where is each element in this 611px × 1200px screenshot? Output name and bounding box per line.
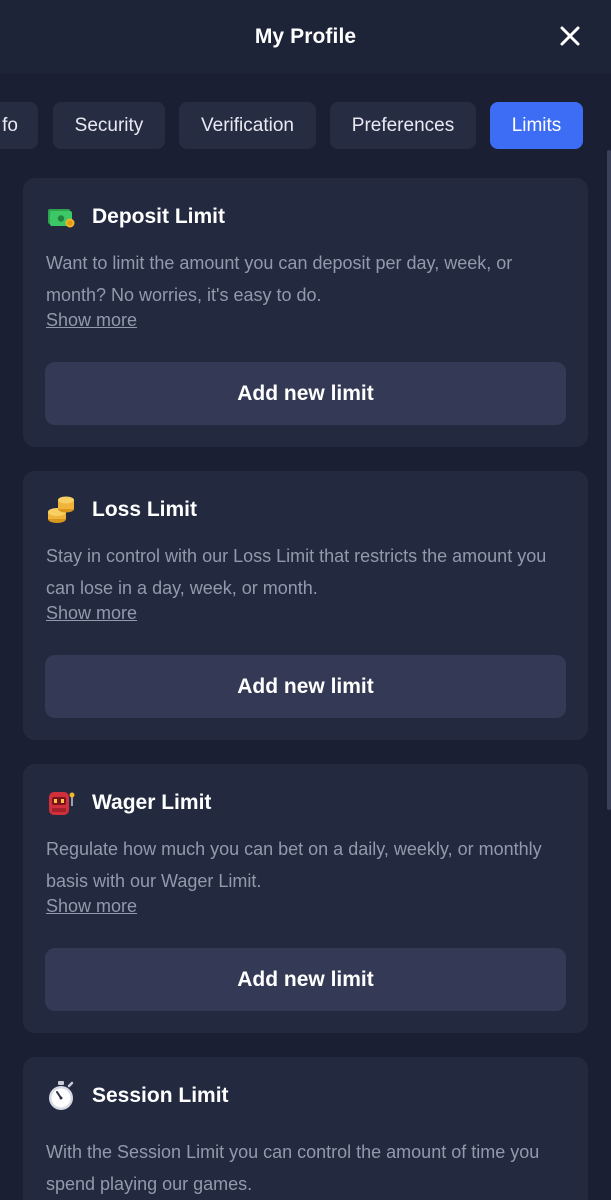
profile-tabs: fo Security Verification Preferences Lim… (0, 102, 611, 149)
tab-info[interactable]: fo (0, 102, 38, 149)
tab-verification[interactable]: Verification (179, 102, 316, 149)
card-description: With the Session Limit you can control t… (46, 1142, 540, 1194)
page-title: My Profile (254, 25, 357, 48)
show-more-link[interactable]: Show more (46, 603, 137, 624)
card-description: Regulate how much you can bet on a daily… (46, 839, 542, 891)
wager-limit-card: Wager Limit Regulate how much you can be… (23, 764, 588, 1033)
card-header: Wager Limit (46, 786, 211, 820)
card-title: Session Limit (92, 1084, 229, 1107)
tab-preferences[interactable]: Preferences (330, 102, 476, 149)
card-header: Deposit Limit (46, 200, 225, 234)
scrollbar[interactable] (607, 150, 611, 810)
card-header: Loss Limit (46, 493, 197, 527)
close-icon (560, 26, 580, 46)
add-new-limit-button[interactable]: Add new limit (45, 362, 566, 425)
card-description: Stay in control with our Loss Limit that… (46, 546, 547, 598)
header: My Profile (0, 0, 611, 74)
coins-icon (46, 495, 76, 525)
card-header: Session Limit (46, 1079, 229, 1113)
slot-machine-icon (46, 788, 76, 818)
tab-security[interactable]: Security (53, 102, 165, 149)
card-title: Loss Limit (92, 498, 198, 521)
card-description: Want to limit the amount you can deposit… (46, 253, 513, 305)
add-new-limit-button[interactable]: Add new limit (45, 655, 566, 718)
tab-limits[interactable]: Limits (490, 102, 583, 149)
show-more-link[interactable]: Show more (46, 310, 137, 331)
show-more-link[interactable]: Show more (46, 896, 137, 917)
session-limit-card: Session Limit With the Session Limit you… (23, 1057, 588, 1200)
card-title: Wager Limit (92, 791, 212, 814)
limits-list: Deposit Limit Want to limit the amount y… (0, 149, 611, 1200)
loss-limit-card: Loss Limit Stay in control with our Loss… (23, 471, 588, 740)
card-title: Deposit Limit (92, 205, 226, 228)
profile-panel: My Profile fo Security Verification Pref… (0, 0, 611, 1200)
close-button[interactable] (557, 23, 583, 49)
stopwatch-icon (46, 1081, 76, 1111)
deposit-limit-card: Deposit Limit Want to limit the amount y… (23, 178, 588, 447)
money-icon (46, 202, 76, 232)
add-new-limit-button[interactable]: Add new limit (45, 948, 566, 1011)
